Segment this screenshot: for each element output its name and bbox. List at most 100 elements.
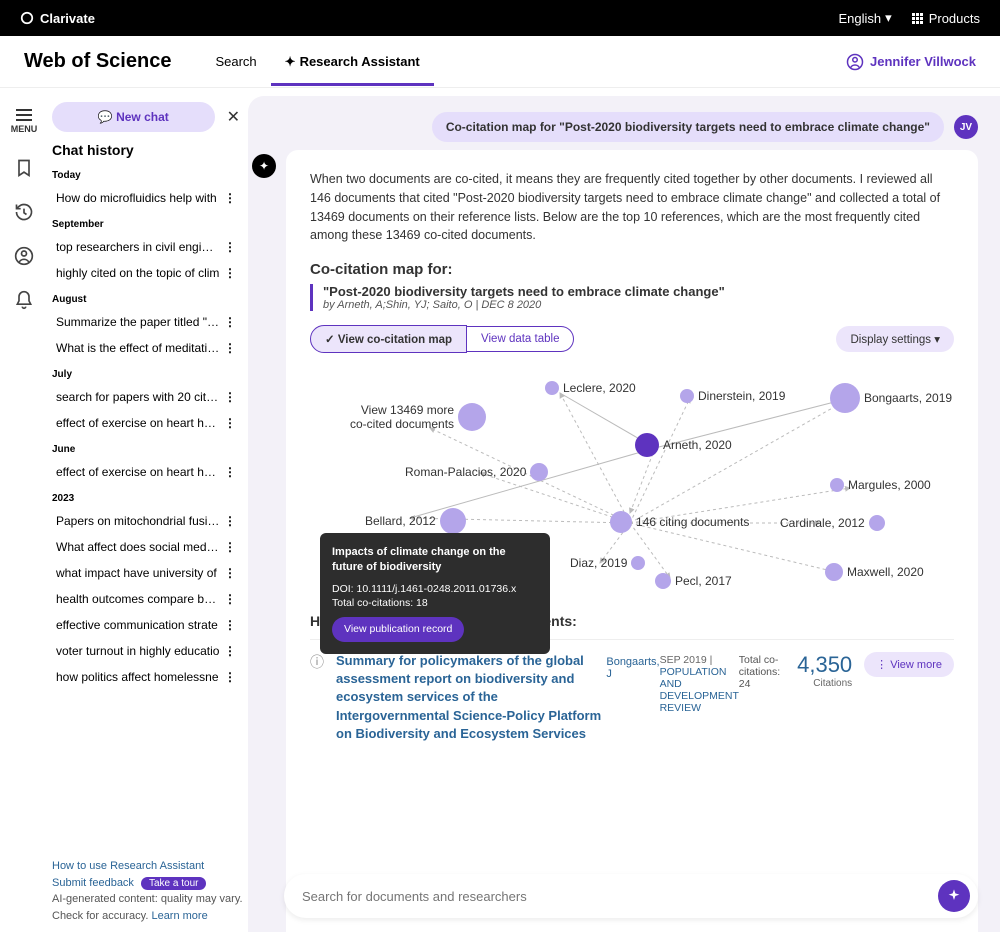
history-item-label: how politics affect homelessne — [56, 670, 220, 684]
history-item[interactable]: voter turnout in highly educatio⋮ — [52, 638, 244, 664]
graph-node[interactable]: Maxwell, 2020 — [825, 563, 924, 581]
history-item-label: What affect does social mediati — [56, 540, 220, 554]
bookmark-icon[interactable] — [14, 158, 34, 178]
language-selector[interactable]: English ▾ — [839, 10, 892, 26]
grid-icon — [912, 13, 923, 24]
history-item-label: Summarize the paper titled "Fo — [56, 315, 220, 329]
history-item[interactable]: highly cited on the topic of clim⋮ — [52, 260, 244, 286]
user-menu[interactable]: Jennifer Villwock — [846, 53, 976, 71]
history-item[interactable]: What is the effect of meditation⋮ — [52, 335, 244, 361]
history-item-menu[interactable]: ⋮ — [220, 644, 240, 658]
graph-citing-documents[interactable]: 146 citing documents — [610, 511, 749, 533]
history-item-label: search for papers with 20 citatio — [56, 390, 220, 404]
clarivate-topbar: Clarivate English ▾ Products — [0, 0, 1000, 36]
history-item-menu[interactable]: ⋮ — [220, 618, 240, 632]
view-more-button[interactable]: ⋮ View more — [864, 652, 954, 677]
sidebar-footer: How to use Research Assistant Submit fee… — [52, 858, 244, 924]
graph-node[interactable]: Leclere, 2020 — [545, 381, 636, 395]
history-item[interactable]: effect of exercise on heart healt⋮ — [52, 410, 244, 436]
history-item[interactable]: Summarize the paper titled "Fo⋮ — [52, 309, 244, 335]
chevron-down-icon: ▾ — [885, 10, 892, 26]
history-item[interactable]: effect of exercise on heart healt⋮ — [52, 459, 244, 485]
wos-logo: Web of Science — [24, 50, 171, 73]
history-item-menu[interactable]: ⋮ — [220, 266, 240, 280]
history-item[interactable]: Papers on mitochondrial fusion⋮ — [52, 508, 244, 534]
history-item-label: voter turnout in highly educatio — [56, 644, 220, 658]
graph-node[interactable]: Pecl, 2017 — [655, 573, 732, 589]
co-citation-graph[interactable]: View 13469 moreco-cited documents Lecler… — [310, 363, 954, 603]
new-chat-button[interactable]: 💬 New chat — [52, 102, 215, 132]
history-item[interactable]: what impact have university of⋮ — [52, 560, 244, 586]
history-item-menu[interactable]: ⋮ — [220, 670, 240, 684]
history-item-label: what impact have university of — [56, 566, 220, 580]
node-tooltip: Impacts of climate change on the future … — [320, 533, 550, 654]
view-co-citation-map-button[interactable]: ✓ View co-citation map — [310, 325, 467, 353]
history-item[interactable]: top researchers in civil engineer⋮ — [52, 234, 244, 260]
help-link[interactable]: How to use Research Assistant — [52, 860, 204, 872]
history-icon[interactable] — [14, 202, 34, 222]
graph-node[interactable]: Bongaarts, 2019 — [830, 383, 952, 413]
menu-button[interactable]: MENU — [11, 108, 38, 134]
graph-node[interactable]: Roman-Palacios, 2020 — [405, 463, 548, 481]
history-item-menu[interactable]: ⋮ — [220, 416, 240, 430]
history-item-label: effect of exercise on heart healt — [56, 416, 220, 430]
tab-search[interactable]: Search — [201, 38, 270, 85]
history-date-group: August — [52, 294, 244, 305]
graph-node[interactable]: Dinerstein, 2019 — [680, 389, 785, 403]
graph-node[interactable]: Bellard, 2012 — [365, 508, 466, 534]
graph-more-documents[interactable]: View 13469 moreco-cited documents — [350, 403, 486, 431]
history-item-menu[interactable]: ⋮ — [220, 514, 240, 528]
history-item-menu[interactable]: ⋮ — [220, 191, 240, 205]
search-bar[interactable] — [284, 874, 978, 918]
chat-history-title: Chat history — [52, 142, 244, 158]
history-item-menu[interactable]: ⋮ — [220, 240, 240, 254]
history-item-menu[interactable]: ⋮ — [220, 390, 240, 404]
search-submit-button[interactable] — [938, 880, 970, 912]
history-item[interactable]: How do microfluidics help with⋮ — [52, 185, 244, 211]
history-item[interactable]: What affect does social mediati⋮ — [52, 534, 244, 560]
view-data-table-button[interactable]: View data table — [467, 326, 574, 352]
products-menu[interactable]: Products — [912, 11, 980, 26]
co-citation-title: Co-citation map for: — [310, 261, 954, 278]
history-item[interactable]: search for papers with 20 citatio⋮ — [52, 384, 244, 410]
history-item-menu[interactable]: ⋮ — [220, 315, 240, 329]
sparkle-icon: ✦ — [285, 54, 296, 69]
graph-node-center[interactable]: Arneth, 2020 — [635, 433, 732, 457]
search-input[interactable] — [302, 889, 938, 904]
display-settings-button[interactable]: Display settings ▾ — [836, 326, 954, 352]
feedback-link[interactable]: Submit feedback — [52, 877, 134, 889]
history-item-menu[interactable]: ⋮ — [220, 592, 240, 606]
profile-icon[interactable] — [14, 246, 34, 266]
graph-node[interactable]: Diaz, 2019 — [570, 556, 645, 570]
tab-research-assistant[interactable]: ✦Research Assistant — [271, 38, 434, 86]
history-item-menu[interactable]: ⋮ — [220, 465, 240, 479]
history-item-label: effective communication strate — [56, 618, 220, 632]
response-card: When two documents are co-cited, it mean… — [286, 150, 978, 932]
graph-node[interactable]: Cardinale, 2012 — [780, 515, 885, 531]
clarivate-logo: Clarivate — [20, 11, 95, 26]
chat-icon: 💬 — [98, 110, 113, 124]
user-avatar: JV — [954, 115, 978, 139]
history-item-label: Papers on mitochondrial fusion — [56, 514, 220, 528]
history-date-group: July — [52, 369, 244, 380]
history-item-label: top researchers in civil engineer — [56, 240, 220, 254]
history-item[interactable]: how politics affect homelessne⋮ — [52, 664, 244, 690]
take-tour-button[interactable]: Take a tour — [141, 877, 206, 890]
learn-more-link[interactable]: Learn more — [151, 910, 207, 922]
left-rail: MENU — [0, 88, 48, 932]
history-item-menu[interactable]: ⋮ — [220, 540, 240, 554]
history-item-menu[interactable]: ⋮ — [220, 341, 240, 355]
close-sidebar-button[interactable]: ✕ — [223, 107, 244, 127]
bell-icon[interactable] — [14, 290, 34, 310]
graph-node[interactable]: Margules, 2000 — [830, 478, 931, 492]
history-item[interactable]: effective communication strate⋮ — [52, 612, 244, 638]
user-icon — [846, 53, 864, 71]
history-date-group: Today — [52, 170, 244, 181]
ai-badge-icon: ✦ — [252, 154, 276, 178]
history-item-label: health outcomes compare befo — [56, 592, 220, 606]
paper-title: "Post-2020 biodiversity targets need to … — [323, 284, 954, 299]
history-item-menu[interactable]: ⋮ — [220, 566, 240, 580]
history-item[interactable]: health outcomes compare befo⋮ — [52, 586, 244, 612]
history-item-label: highly cited on the topic of clim — [56, 266, 220, 280]
view-publication-record-button[interactable]: View publication record — [332, 617, 464, 642]
